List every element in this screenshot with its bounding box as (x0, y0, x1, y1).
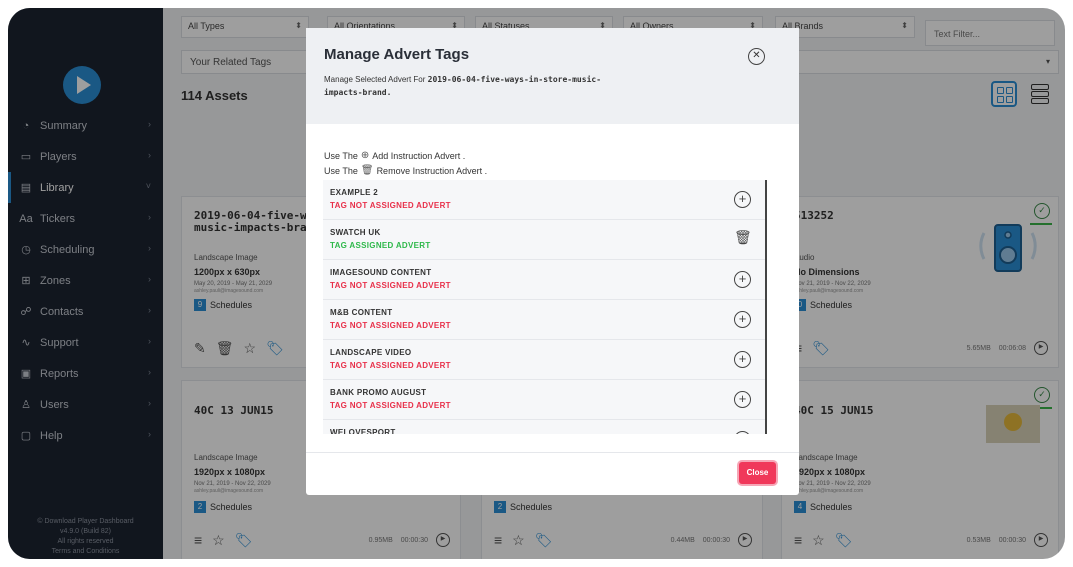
trash-icon[interactable]: 🗑 (734, 230, 752, 248)
tag-row: BANK PROMO AUGUST TAG NOT ASSIGNED ADVERT… (323, 380, 765, 420)
tag-name: WELOVESPORT (330, 428, 396, 434)
tag-status: TAG ASSIGNED ADVERT (330, 241, 431, 250)
tag-row: SWATCH UK TAG ASSIGNED ADVERT 🗑 (323, 220, 765, 260)
plus-circle-icon[interactable]: + (734, 351, 751, 368)
tag-row: EXAMPLE 2 TAG NOT ASSIGNED ADVERT + (323, 180, 765, 220)
instr-prefix: Use The (324, 150, 358, 161)
tag-list[interactable]: EXAMPLE 2 TAG NOT ASSIGNED ADVERT + SWATCH … (323, 180, 767, 434)
tag-status: TAG NOT ASSIGNED ADVERT (330, 401, 451, 410)
modal-subtitle-prefix: Manage Selected Advert For (324, 75, 426, 84)
close-icon[interactable]: ✕ (748, 48, 765, 65)
tag-name: SWATCH UK (330, 228, 381, 237)
close-button[interactable]: Close (739, 462, 776, 484)
tag-name: EXAMPLE 2 (330, 188, 379, 197)
tag-name: LANDSCAPE VIDEO (330, 348, 412, 357)
modal-title: Manage Advert Tags (324, 46, 470, 63)
instr-prefix: Use The (324, 165, 358, 176)
tag-name: BANK PROMO AUGUST (330, 388, 427, 397)
modal-divider (306, 452, 799, 453)
plus-circle-icon[interactable]: + (734, 391, 751, 408)
tag-name: M&B CONTENT (330, 308, 393, 317)
manage-tags-modal: Manage Advert Tags Manage Selected Adver… (306, 28, 799, 495)
plus-circle-icon: ⊕ (360, 150, 370, 161)
tag-row: M&B CONTENT TAG NOT ASSIGNED ADVERT + (323, 300, 765, 340)
tag-status: TAG NOT ASSIGNED ADVERT (330, 201, 451, 210)
tag-name: IMAGESOUND CONTENT (330, 268, 432, 277)
tag-status: TAG NOT ASSIGNED ADVERT (330, 321, 451, 330)
tag-status: TAG NOT ASSIGNED ADVERT (330, 361, 451, 370)
tag-row: IMAGESOUND CONTENT TAG NOT ASSIGNED ADVER… (323, 260, 765, 300)
modal-header: Manage Advert Tags Manage Selected Adver… (306, 28, 799, 124)
remove-instruction: Use The 🗑 Remove Instruction Advert . (324, 165, 487, 176)
instr-suffix: Add Instruction Advert . (372, 150, 466, 161)
app-window: ◔ Summary › ▭ Players › ▤ Library ˅ Aa Tickers › ◷ Sc… (8, 8, 1065, 559)
trash-icon: 🗑 (360, 165, 374, 176)
plus-circle-icon[interactable]: + (734, 311, 751, 328)
modal-subtitle: Manage Selected Advert For 2019-06-04-fi… (324, 73, 624, 99)
tag-status: TAG NOT ASSIGNED ADVERT (330, 281, 451, 290)
tag-row: LANDSCAPE VIDEO TAG NOT ASSIGNED ADVERT + (323, 340, 765, 380)
instr-suffix: Remove Instruction Advert . (376, 165, 488, 176)
plus-circle-icon[interactable]: + (734, 271, 751, 288)
tag-row: WELOVESPORT+ (323, 420, 765, 434)
plus-circle-icon[interactable]: + (734, 191, 751, 208)
add-instruction: Use The ⊕ Add Instruction Advert . (324, 150, 465, 161)
